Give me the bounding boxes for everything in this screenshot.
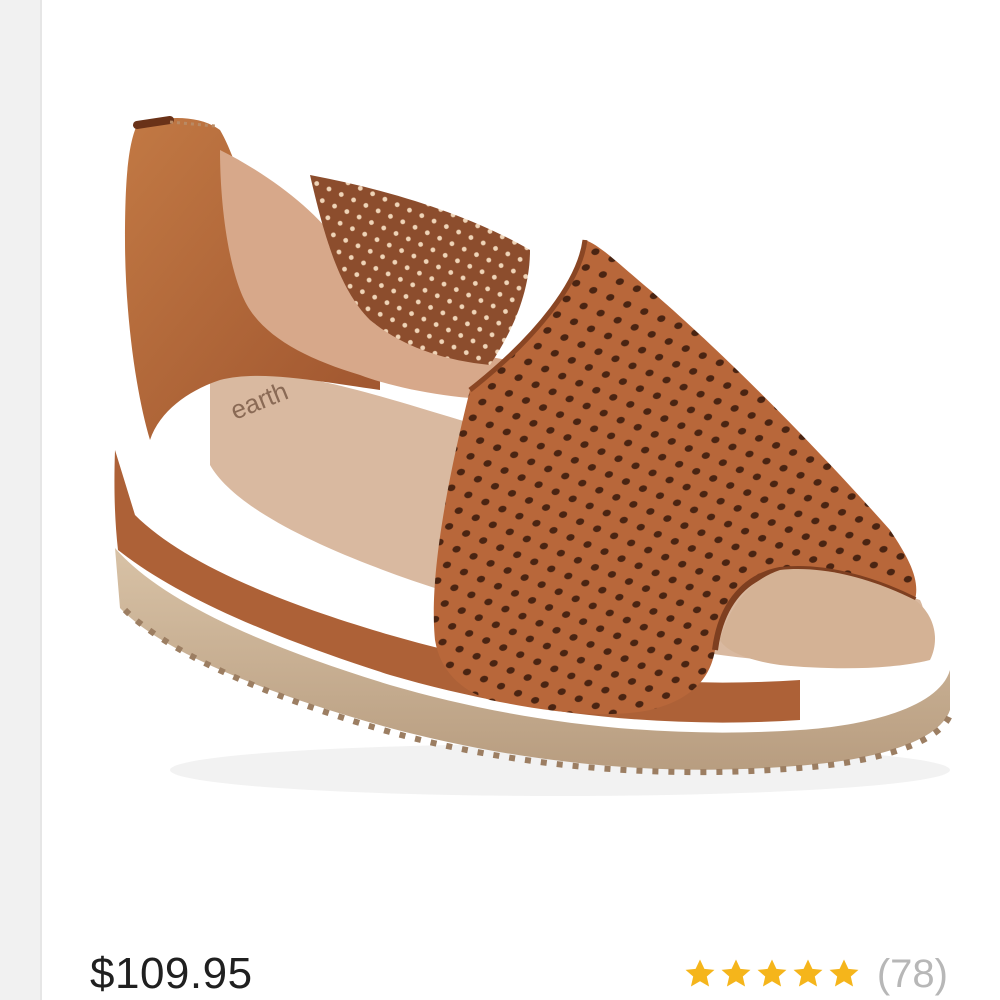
product-rating[interactable]: (78) bbox=[683, 952, 948, 996]
product-image[interactable]: earth bbox=[40, 60, 1000, 820]
rating-stars bbox=[683, 957, 861, 991]
product-price: $109.95 bbox=[90, 949, 253, 998]
star-icon bbox=[721, 959, 751, 987]
star-icon bbox=[685, 959, 715, 987]
star-icon bbox=[793, 959, 823, 987]
sandal-illustration: earth bbox=[114, 116, 953, 796]
star-icon bbox=[757, 959, 787, 987]
review-count: (78) bbox=[876, 952, 948, 996]
star-icon bbox=[829, 959, 859, 987]
product-listing-page: earth $109.95 (78) bbox=[0, 0, 1000, 1000]
